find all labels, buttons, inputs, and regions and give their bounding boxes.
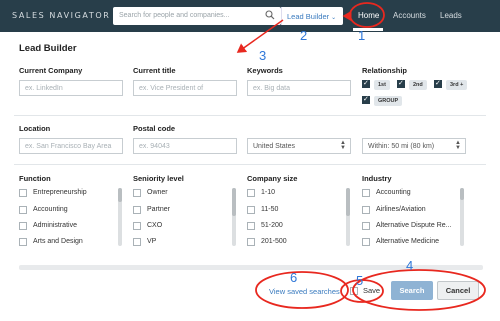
search-button[interactable]: Search (391, 281, 433, 300)
function-checkbox[interactable] (19, 189, 27, 197)
radius-value: Within: 50 mi (80 km) (368, 143, 435, 150)
function-scrollbar-thumb[interactable] (118, 188, 122, 202)
company-size-item: 201-500 (261, 238, 287, 245)
annotation-number: 6 (290, 270, 298, 285)
section-divider (14, 115, 486, 116)
lead-builder-link[interactable]: Lead Builder ⌄ (281, 7, 343, 25)
industry-item: Alternative Dispute Re... (376, 222, 452, 229)
nav-home[interactable]: Home (358, 11, 379, 20)
company-size-scrollbar-thumb[interactable] (346, 188, 350, 216)
seniority-item: VP (147, 238, 157, 245)
seniority-checkbox[interactable] (133, 189, 141, 197)
annotation-number: 1 (358, 28, 366, 43)
country-value: United States (253, 143, 296, 150)
search-icon[interactable] (265, 10, 275, 20)
radius-select[interactable]: Within: 50 mi (80 km) ▲ ▼ (362, 138, 466, 154)
lead-builder-label: Lead Builder (287, 12, 330, 21)
relationship-2nd-pill: 2nd (409, 80, 427, 90)
view-saved-searches-link[interactable]: View saved searches (269, 287, 340, 296)
company-size-checkbox[interactable] (247, 206, 255, 214)
seniority-checkbox[interactable] (133, 222, 141, 230)
relationship-group-pill: GROUP (374, 96, 403, 106)
page-title: Lead Builder (19, 43, 77, 54)
company-size-item: 1-10 (261, 189, 276, 196)
industry-checkbox[interactable] (362, 189, 370, 197)
seniority-checkbox[interactable] (133, 238, 141, 246)
save-checkbox[interactable] (350, 287, 358, 295)
relationship-2nd-checkbox[interactable] (397, 79, 405, 88)
company-size-label: Company size (247, 174, 298, 183)
section-divider (14, 164, 486, 165)
annotation-number: 3 (259, 48, 267, 63)
country-select[interactable]: United States ▲ ▼ (247, 138, 351, 154)
function-checkbox[interactable] (19, 206, 27, 214)
relationship-3rd-checkbox[interactable] (434, 79, 442, 88)
industry-item: Airlines/Aviation (376, 206, 426, 213)
global-search-input[interactable]: Search for people and companies... (113, 7, 281, 25)
company-size-item: 51-200 (261, 222, 283, 229)
relationship-label: Relationship (362, 66, 408, 75)
industry-checkbox[interactable] (362, 222, 370, 230)
industry-item: Accounting (376, 189, 411, 196)
seniority-item: Owner (147, 189, 168, 196)
seniority-label: Seniority level (133, 174, 184, 183)
industry-checkbox[interactable] (362, 238, 370, 246)
nav-leads[interactable]: Leads (440, 11, 462, 20)
location-label: Location (19, 124, 51, 133)
company-size-checkbox[interactable] (247, 238, 255, 246)
nav-accounts[interactable]: Accounts (393, 11, 426, 20)
seniority-item: Partner (147, 206, 170, 213)
current-title-label: Current title (133, 66, 176, 75)
seniority-item: CXO (147, 222, 163, 229)
location-input[interactable]: ex. San Francisco Bay Area (19, 138, 123, 154)
annotation-number: 5 (356, 273, 364, 288)
function-checkbox[interactable] (19, 222, 27, 230)
relationship-group-checkbox[interactable] (362, 95, 370, 104)
annotation-number: 4 (406, 258, 414, 273)
seniority-scrollbar-thumb[interactable] (232, 188, 236, 216)
current-company-label: Current Company (19, 66, 83, 75)
industry-item: Alternative Medicine (376, 238, 440, 245)
current-title-input[interactable]: ex. Vice President of (133, 80, 237, 96)
current-company-input[interactable]: ex. LinkedIn (19, 80, 123, 96)
function-item: Entrepreneurship (33, 189, 87, 196)
function-label: Function (19, 174, 51, 183)
company-size-checkbox[interactable] (247, 222, 255, 230)
keywords-label: Keywords (247, 66, 283, 75)
horizontal-scrollbar[interactable] (19, 265, 483, 270)
function-item: Arts and Design (33, 238, 83, 245)
function-checkbox[interactable] (19, 238, 27, 246)
save-label: Save (363, 286, 381, 295)
seniority-checkbox[interactable] (133, 206, 141, 214)
cancel-button[interactable]: Cancel (437, 281, 479, 300)
select-arrows-icon: ▲ ▼ (455, 140, 461, 151)
postal-code-input[interactable]: ex. 94043 (133, 138, 237, 154)
company-size-item: 11-50 (261, 206, 279, 213)
industry-scrollbar-thumb[interactable] (460, 188, 464, 200)
brand-logo: SALES NAVIGATOR (12, 11, 111, 20)
relationship-1st-pill: 1st (374, 80, 390, 90)
function-item: Administrative (33, 222, 77, 229)
postal-code-label: Postal code (133, 124, 176, 133)
relationship-3rd-pill: 3rd + (446, 80, 468, 90)
function-item: Accounting (33, 206, 68, 213)
relationship-1st-checkbox[interactable] (362, 79, 370, 88)
chevron-down-icon: ⌄ (331, 15, 337, 21)
industry-label: Industry (362, 174, 392, 183)
select-arrows-icon: ▲ ▼ (340, 140, 346, 151)
industry-checkbox[interactable] (362, 206, 370, 214)
annotation-number: 2 (300, 28, 308, 43)
company-size-checkbox[interactable] (247, 189, 255, 197)
keywords-input[interactable]: ex. Big data (247, 80, 351, 96)
